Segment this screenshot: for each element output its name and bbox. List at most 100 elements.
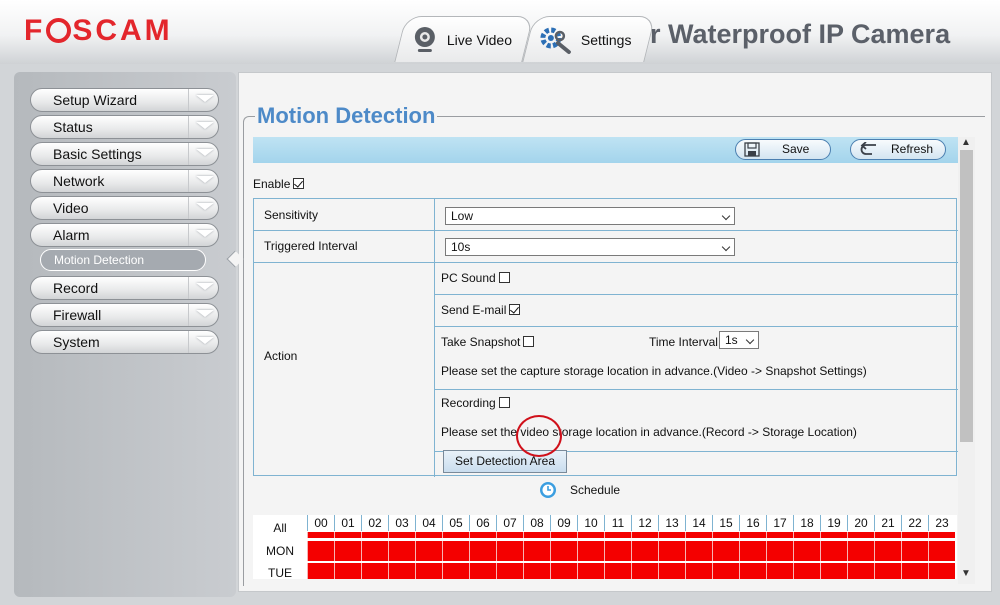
schedule-hour-07[interactable]: 07: [496, 515, 523, 531]
schedule-cell[interactable]: [739, 541, 766, 561]
schedule-cell[interactable]: [415, 541, 442, 561]
schedule-hour-strip[interactable]: [307, 532, 334, 538]
sidebar-item-video[interactable]: Video: [30, 196, 219, 220]
schedule-hour-strip[interactable]: [874, 532, 901, 538]
schedule-cell[interactable]: [874, 541, 901, 561]
schedule-cell[interactable]: [739, 563, 766, 579]
schedule-hour-10[interactable]: 10: [577, 515, 604, 531]
schedule-hour-strip[interactable]: [442, 532, 469, 538]
schedule-cell[interactable]: [793, 563, 820, 579]
sidebar-item-system[interactable]: System: [30, 330, 219, 354]
schedule-cell[interactable]: [577, 563, 604, 579]
schedule-hour-23[interactable]: 23: [928, 515, 955, 531]
sidebar-subitem-motion-detection[interactable]: Motion Detection: [40, 249, 206, 271]
schedule-hour-12[interactable]: 12: [631, 515, 658, 531]
schedule-cell[interactable]: [712, 563, 739, 579]
schedule-hour-strip[interactable]: [793, 532, 820, 538]
schedule-hour-18[interactable]: 18: [793, 515, 820, 531]
schedule-hour-02[interactable]: 02: [361, 515, 388, 531]
schedule-cell[interactable]: [712, 541, 739, 561]
schedule-cell[interactable]: [901, 563, 928, 579]
pc-sound-checkbox[interactable]: [498, 272, 510, 283]
schedule-hour-strip[interactable]: [685, 532, 712, 538]
schedule-cell[interactable]: [658, 563, 685, 579]
schedule-cell[interactable]: [820, 541, 847, 561]
schedule-cell[interactable]: [847, 541, 874, 561]
save-button[interactable]: Save: [735, 139, 831, 160]
schedule-hour-strip[interactable]: [496, 532, 523, 538]
schedule-hour-strip[interactable]: [388, 532, 415, 538]
schedule-hour-strip[interactable]: [550, 532, 577, 538]
schedule-cell[interactable]: [469, 541, 496, 561]
schedule-cell[interactable]: [361, 563, 388, 579]
schedule-cell[interactable]: [550, 563, 577, 579]
refresh-button[interactable]: Refresh: [850, 139, 946, 160]
schedule-hour-strip[interactable]: [334, 532, 361, 538]
schedule-cell[interactable]: [577, 541, 604, 561]
recording-row[interactable]: Recording: [441, 396, 510, 410]
pc-sound-row[interactable]: PC Sound: [441, 271, 510, 285]
take-snapshot-row[interactable]: Take Snapshot: [441, 335, 535, 349]
sidebar-item-setup-wizard[interactable]: Setup Wizard: [30, 88, 219, 112]
schedule-hour-strip[interactable]: [712, 532, 739, 538]
schedule-hour-00[interactable]: 00: [307, 515, 334, 531]
schedule-cell[interactable]: [685, 563, 712, 579]
schedule-hour-04[interactable]: 04: [415, 515, 442, 531]
schedule-cell[interactable]: [928, 541, 955, 561]
schedule-cell[interactable]: [901, 541, 928, 561]
schedule-cell[interactable]: [496, 541, 523, 561]
schedule-hour-13[interactable]: 13: [658, 515, 685, 531]
sidebar-item-alarm[interactable]: Alarm: [30, 223, 219, 247]
schedule-all-label[interactable]: All: [253, 519, 307, 537]
schedule-hour-strip[interactable]: [766, 532, 793, 538]
recording-checkbox[interactable]: [498, 397, 510, 408]
schedule-cell[interactable]: [658, 541, 685, 561]
sidebar-item-basic-settings[interactable]: Basic Settings: [30, 142, 219, 166]
enable-checkbox[interactable]: [293, 178, 305, 189]
schedule-hour-strip[interactable]: [415, 532, 442, 538]
schedule-hour-21[interactable]: 21: [874, 515, 901, 531]
schedule-hour-strip[interactable]: [361, 532, 388, 538]
schedule-hour-06[interactable]: 06: [469, 515, 496, 531]
schedule-cell[interactable]: [820, 563, 847, 579]
vertical-scrollbar[interactable]: ▲ ▼: [958, 137, 975, 584]
schedule-cell[interactable]: [388, 563, 415, 579]
schedule-cell[interactable]: [469, 563, 496, 579]
schedule-hour-20[interactable]: 20: [847, 515, 874, 531]
schedule-hour-strip[interactable]: [631, 532, 658, 538]
schedule-hour-16[interactable]: 16: [739, 515, 766, 531]
schedule-cell[interactable]: [334, 563, 361, 579]
tab-live-video[interactable]: Live Video: [394, 16, 534, 62]
schedule-cell[interactable]: [415, 563, 442, 579]
schedule-cell[interactable]: [442, 541, 469, 561]
sidebar-item-firewall[interactable]: Firewall: [30, 303, 219, 327]
schedule-cell[interactable]: [631, 563, 658, 579]
tab-settings[interactable]: Settings: [522, 16, 656, 62]
sidebar-item-network[interactable]: Network: [30, 169, 219, 193]
schedule-hour-strip[interactable]: [577, 532, 604, 538]
schedule-cell[interactable]: [442, 563, 469, 579]
schedule-cell[interactable]: [307, 563, 334, 579]
schedule-cell[interactable]: [766, 541, 793, 561]
schedule-cell[interactable]: [307, 541, 334, 561]
sidebar-item-record[interactable]: Record: [30, 276, 219, 300]
schedule-cell[interactable]: [550, 541, 577, 561]
send-email-checkbox[interactable]: [509, 304, 521, 315]
sensitivity-select[interactable]: Low: [445, 207, 735, 225]
schedule-cell[interactable]: [874, 563, 901, 579]
scroll-thumb[interactable]: [960, 150, 973, 442]
schedule-day-label[interactable]: MON: [253, 544, 307, 558]
schedule-cell[interactable]: [766, 563, 793, 579]
schedule-hour-strip[interactable]: [604, 532, 631, 538]
schedule-hour-strip[interactable]: [820, 532, 847, 538]
schedule-day-label[interactable]: TUE: [253, 566, 307, 579]
schedule-hour-strip[interactable]: [469, 532, 496, 538]
schedule-cell[interactable]: [334, 541, 361, 561]
schedule-cell[interactable]: [388, 541, 415, 561]
schedule-hour-strip[interactable]: [847, 532, 874, 538]
schedule-hour-strip[interactable]: [901, 532, 928, 538]
schedule-hour-17[interactable]: 17: [766, 515, 793, 531]
time-interval-select[interactable]: 1s: [719, 331, 759, 349]
schedule-hour-15[interactable]: 15: [712, 515, 739, 531]
scroll-down-icon[interactable]: ▼: [961, 568, 971, 579]
